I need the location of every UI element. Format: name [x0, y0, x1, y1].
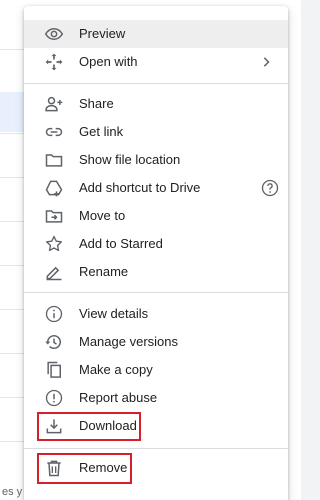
- menu-item-label: Rename: [79, 264, 129, 279]
- drive-shortcut-icon: [44, 178, 64, 198]
- folder-icon: [44, 150, 64, 170]
- help-icon[interactable]: [260, 178, 280, 198]
- info-icon: [44, 304, 64, 324]
- menu-item-label: Report abuse: [79, 390, 158, 405]
- footer-text: es y M: [2, 486, 26, 498]
- menu-item-label: Show file location: [79, 152, 181, 167]
- copy-icon: [44, 360, 64, 380]
- download-highlight-box: [37, 412, 141, 441]
- menu-item-view-details[interactable]: View details: [24, 300, 288, 328]
- menu-divider: [24, 292, 288, 293]
- context-menu: Preview Open with Share Get link Show fi…: [24, 6, 288, 500]
- menu-divider: [24, 83, 288, 84]
- menu-item-add-shortcut[interactable]: Add shortcut to Drive: [24, 174, 288, 202]
- menu-item-move-to[interactable]: Move to: [24, 202, 288, 230]
- move-to-folder-icon: [44, 206, 64, 226]
- person-add-icon: [44, 94, 64, 114]
- menu-item-open-with[interactable]: Open with: [24, 48, 288, 76]
- menu-item-label: Get link: [79, 124, 124, 139]
- link-icon: [44, 122, 64, 142]
- menu-item-make-copy[interactable]: Make a copy: [24, 356, 288, 384]
- menu-item-show-file-location[interactable]: Show file location: [24, 146, 288, 174]
- chevron-right-icon: [256, 52, 276, 72]
- history-icon: [44, 332, 64, 352]
- remove-highlight-box: [37, 453, 132, 484]
- menu-item-label: Preview: [79, 26, 126, 41]
- menu-item-label: View details: [79, 306, 149, 321]
- menu-item-share[interactable]: Share: [24, 90, 288, 118]
- menu-item-label: Move to: [79, 208, 126, 223]
- pencil-icon: [44, 262, 64, 282]
- menu-item-manage-versions[interactable]: Manage versions: [24, 328, 288, 356]
- menu-item-label: Share: [79, 96, 114, 111]
- menu-item-label: Open with: [79, 54, 138, 69]
- menu-divider: [24, 448, 288, 449]
- menu-item-label: Add shortcut to Drive: [79, 180, 201, 195]
- menu-item-label: Add to Starred: [79, 236, 163, 251]
- menu-item-report-abuse[interactable]: Report abuse: [24, 384, 288, 412]
- menu-item-rename[interactable]: Rename: [24, 258, 288, 286]
- alert-icon: [44, 388, 64, 408]
- menu-item-add-starred[interactable]: Add to Starred: [24, 230, 288, 258]
- menu-item-preview[interactable]: Preview: [24, 20, 288, 48]
- star-icon: [44, 234, 64, 254]
- eye-icon: [44, 24, 64, 44]
- move-arrows-icon: [44, 52, 64, 72]
- menu-item-get-link[interactable]: Get link: [24, 118, 288, 146]
- menu-item-label: Manage versions: [79, 334, 178, 349]
- menu-item-label: Make a copy: [79, 362, 153, 377]
